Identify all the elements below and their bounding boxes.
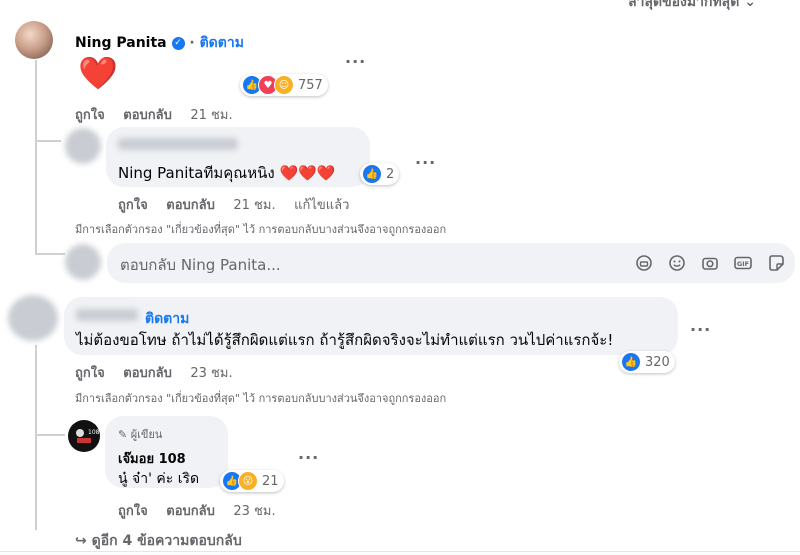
reply-actions: ถูกใจ ตอบกลับ 21 ชม. แก้ไขแล้ว: [118, 194, 363, 215]
wow-reaction-icon: 😮: [238, 471, 258, 491]
more-options-icon[interactable]: ···: [690, 320, 711, 339]
blurred-author-name: [76, 309, 138, 321]
reply-actions: ถูกใจ ตอบกลับ 23 ชม.: [118, 500, 290, 521]
comment-actions: ถูกใจ ตอบกลับ 23 ชม.: [75, 362, 247, 383]
reaction-summary[interactable]: 👍 ♥ ☺ 757: [240, 74, 328, 96]
thread-line: [35, 60, 37, 255]
like-button[interactable]: ถูกใจ: [118, 198, 148, 213]
reply-button[interactable]: ตอบกลับ: [123, 366, 172, 381]
sort-label: ล่าสุดของมากที่สุด: [628, 0, 740, 10]
thread-line: [35, 345, 37, 530]
avatar[interactable]: [8, 295, 58, 341]
reaction-count: 2: [386, 166, 395, 182]
more-options-icon[interactable]: ···: [415, 153, 436, 172]
timestamp[interactable]: 23 ชม.: [233, 504, 275, 519]
reply-text: Ning Panitaทีมคุณหนิง ❤️❤️❤️: [118, 164, 336, 182]
pencil-icon: ✎: [118, 428, 128, 441]
chevron-down-icon: ⌄: [744, 0, 756, 10]
timestamp[interactable]: 21 ชม.: [190, 108, 232, 123]
more-options-icon[interactable]: ···: [345, 52, 366, 71]
camera-icon[interactable]: [700, 253, 720, 273]
comment-text: ไม่ต้องขอโทษ ถ้าไม่ได้รู้สึกผิดแต่แรก ถ้…: [76, 331, 614, 349]
author-badge: ✎ ผู้เขียน: [118, 428, 163, 441]
reaction-summary[interactable]: 👍 2: [360, 163, 400, 185]
reaction-summary[interactable]: 👍 😮 21: [220, 470, 284, 492]
reply-text: นู๋ จ๋า' ค่ะ เริด: [118, 471, 200, 487]
sort-dropdown[interactable]: ล่าสุดของมากที่สุด ⌄: [628, 0, 756, 13]
comment-author-row: Ning Panita ✓ · ติดตาม: [75, 35, 244, 51]
filter-note: มีการเลือกตัวกรอง "เกี่ยวข้องที่สุด" ไว้…: [75, 392, 447, 405]
timestamp[interactable]: 23 ชม.: [190, 366, 232, 381]
follow-link[interactable]: ติดตาม: [145, 308, 189, 330]
like-reaction-icon: 👍: [362, 164, 382, 184]
reaction-count: 320: [645, 354, 670, 370]
care-reaction-icon: ☺: [274, 75, 294, 95]
heart-emoji: ❤️: [78, 54, 118, 92]
author-name[interactable]: Ning Panita: [75, 35, 167, 51]
reply-connector: [35, 140, 61, 142]
edited-label[interactable]: แก้ไขแล้ว: [294, 198, 349, 213]
filter-note: มีการเลือกตัวกรอง "เกี่ยวข้องที่สุด" ไว้…: [75, 223, 447, 236]
avatar[interactable]: 108: [68, 420, 100, 452]
reply-input[interactable]: ตอบกลับ Ning Panita...: [120, 253, 281, 277]
svg-text:108: 108: [88, 429, 100, 436]
avatar: [65, 244, 101, 280]
like-reaction-icon: 👍: [621, 352, 641, 372]
svg-text:GIF: GIF: [737, 260, 749, 268]
verified-badge-icon: ✓: [171, 36, 185, 50]
view-more-replies[interactable]: ↪ ดูอีก 4 ข้อความตอบกลับ: [75, 530, 242, 552]
reply-arrow-icon: ↪: [75, 533, 87, 549]
emoji-icon[interactable]: [667, 253, 687, 273]
divider: [0, 551, 800, 552]
sticker-icon[interactable]: [766, 253, 786, 273]
avatar-sticker-icon[interactable]: [634, 253, 654, 273]
reply-button[interactable]: ตอบกลับ: [123, 108, 172, 123]
reaction-count: 757: [298, 77, 323, 93]
like-button[interactable]: ถูกใจ: [118, 504, 148, 519]
reaction-summary[interactable]: 👍 320: [619, 351, 675, 373]
input-tools: GIF: [634, 253, 786, 273]
reply-button[interactable]: ตอบกลับ: [166, 504, 215, 519]
like-button[interactable]: ถูกใจ: [75, 108, 105, 123]
reply-button[interactable]: ตอบกลับ: [166, 198, 215, 213]
avatar[interactable]: [65, 128, 101, 164]
more-options-icon[interactable]: ···: [298, 448, 319, 467]
reaction-count: 21: [262, 473, 279, 489]
like-button[interactable]: ถูกใจ: [75, 366, 105, 381]
author-name[interactable]: เจ๊มอย 108: [118, 448, 186, 469]
reply-connector: [35, 434, 65, 436]
avatar[interactable]: [15, 21, 53, 59]
thread-line-elbow: [35, 253, 65, 255]
gif-icon[interactable]: GIF: [733, 253, 753, 273]
blurred-author-name: [118, 138, 238, 150]
timestamp[interactable]: 21 ชม.: [233, 198, 275, 213]
follow-link[interactable]: ติดตาม: [200, 35, 244, 51]
comment-actions: ถูกใจ ตอบกลับ 21 ชม.: [75, 104, 247, 125]
